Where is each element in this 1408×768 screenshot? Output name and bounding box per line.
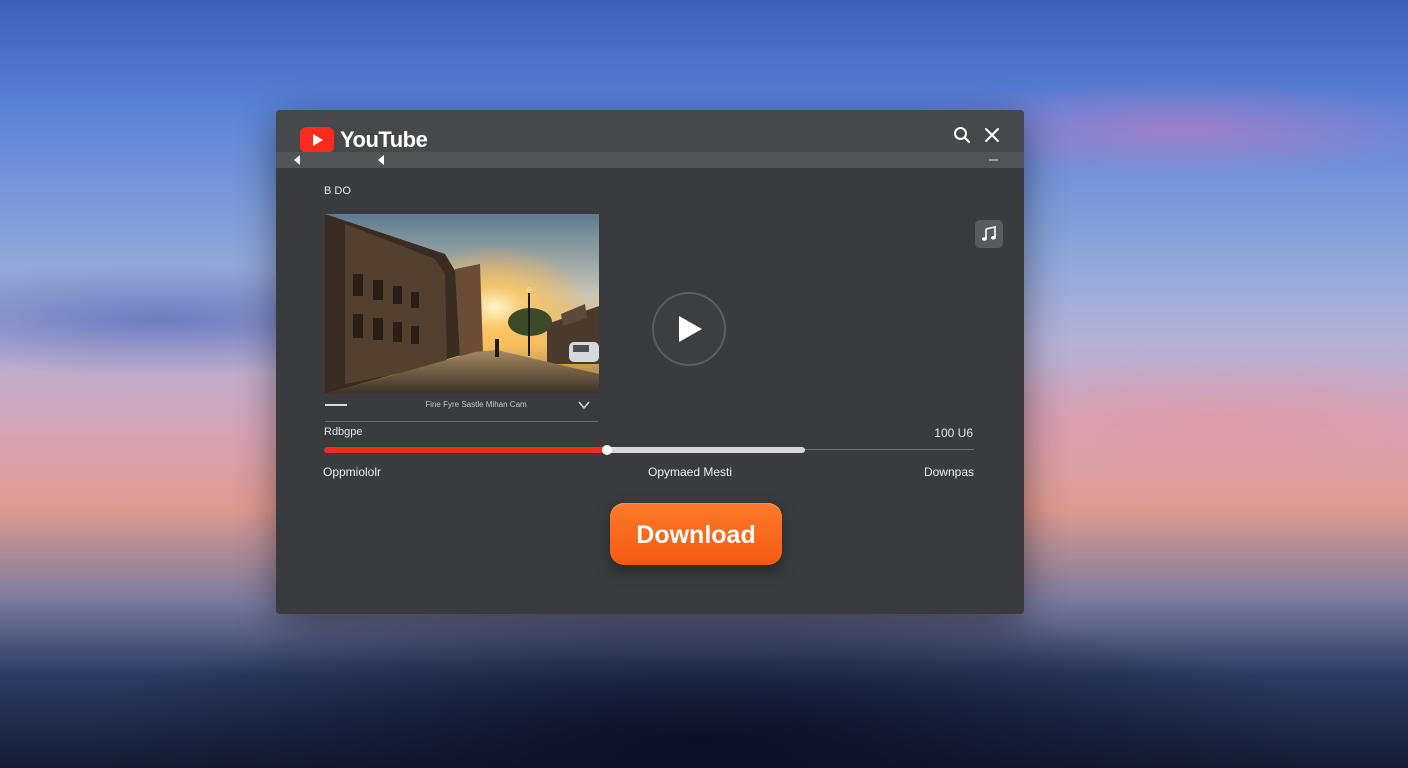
- downloader-window: YouTube B DO Fine Fyre Sastle Mihan Cam …: [276, 110, 1024, 614]
- download-button[interactable]: Download: [610, 503, 782, 565]
- option-right[interactable]: Downpas: [924, 465, 974, 479]
- chevron-down-icon[interactable]: [578, 401, 590, 409]
- play-icon: [679, 316, 702, 342]
- navigation-bar: [276, 152, 1024, 168]
- play-button[interactable]: [652, 292, 726, 366]
- video-caption: Fine Fyre Sastle Mihan Cam: [425, 400, 527, 409]
- search-icon[interactable]: [953, 126, 971, 144]
- video-thumbnail[interactable]: [325, 214, 599, 394]
- prev-arrow-icon[interactable]: [377, 155, 385, 165]
- slider-fill: [324, 447, 608, 453]
- slider-handle[interactable]: [602, 445, 612, 455]
- main-content: B DO Fine Fyre Sastle Mihan Cam Rdbgpe 1…: [276, 168, 1024, 614]
- minimize-icon[interactable]: [989, 159, 998, 161]
- option-left[interactable]: Oppmiololr: [323, 465, 381, 479]
- youtube-logo-icon: [300, 127, 334, 153]
- back-arrow-icon[interactable]: [293, 155, 301, 165]
- audio-mode-button[interactable]: [975, 220, 1003, 248]
- slider-buffer: [604, 447, 805, 453]
- option-center[interactable]: Opymaed Mesti: [648, 465, 732, 479]
- section-label: B DO: [324, 185, 351, 197]
- range-value: 100 U6: [934, 426, 973, 440]
- title-bar: YouTube: [276, 110, 1024, 153]
- range-label: Rdbgpe: [324, 426, 363, 438]
- quality-slider[interactable]: [324, 444, 974, 456]
- music-note-icon: [982, 226, 996, 241]
- divider: [325, 421, 598, 422]
- brand-name: YouTube: [340, 127, 428, 152]
- thumbnail-indicator: [325, 404, 347, 406]
- close-icon[interactable]: [983, 126, 1001, 144]
